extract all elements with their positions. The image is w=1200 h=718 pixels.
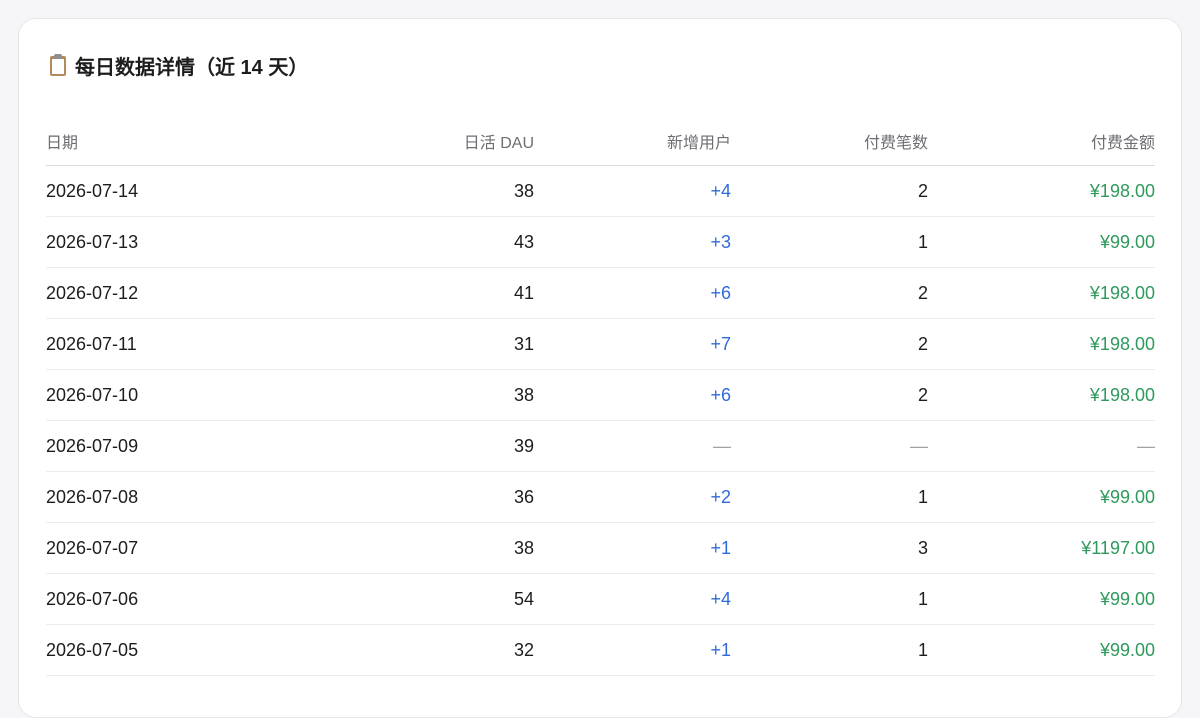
header-dau: 日活 DAU	[366, 117, 534, 166]
cell-date: 2026-07-07	[46, 522, 366, 574]
table-row: 2026-07-13 43 +3 1 ¥99.00	[46, 216, 1155, 268]
cell-pay-count: 1	[731, 573, 928, 625]
cell-new-users: +6	[534, 369, 731, 421]
cell-pay-count: 2	[731, 165, 928, 217]
cell-dau: 54	[366, 573, 534, 625]
cell-new-users: +2	[534, 471, 731, 523]
cell-date: 2026-07-14	[46, 165, 366, 217]
cell-pay-amount: ¥99.00	[928, 216, 1155, 268]
cell-dau: 39	[366, 420, 534, 472]
cell-pay-count: 2	[731, 318, 928, 370]
cell-new-users: +4	[534, 573, 731, 625]
cell-new-users: +1	[534, 624, 731, 676]
table-row: 2026-07-06 54 +4 1 ¥99.00	[46, 573, 1155, 625]
table-body: 2026-07-14 38 +4 2 ¥198.00 2026-07-13 43 +3 1 ¥99…	[46, 165, 1155, 676]
cell-dau: 32	[366, 624, 534, 676]
cell-dau: 41	[366, 267, 534, 319]
cell-pay-count: 1	[731, 624, 928, 676]
cell-pay-amount: ¥198.00	[928, 369, 1155, 421]
cell-pay-amount: ¥99.00	[928, 471, 1155, 523]
table-row: 2026-07-10 38 +6 2 ¥198.00	[46, 369, 1155, 421]
clipboard-icon	[47, 53, 69, 77]
cell-pay-amount: ¥198.00	[928, 318, 1155, 370]
cell-date: 2026-07-13	[46, 216, 366, 268]
cell-date: 2026-07-09	[46, 420, 366, 472]
daily-data-card: 每日数据详情（近 14 天） 日期 日活 DAU 新增用户 付费笔数 付费金额 …	[18, 18, 1182, 718]
cell-new-users: —	[534, 420, 731, 472]
header-new-users: 新增用户	[534, 117, 731, 166]
cell-dau: 36	[366, 471, 534, 523]
cell-date: 2026-07-08	[46, 471, 366, 523]
card-title: 每日数据详情（近 14 天）	[47, 49, 308, 81]
cell-pay-count: 2	[731, 369, 928, 421]
cell-pay-count: —	[731, 420, 928, 472]
cell-date: 2026-07-10	[46, 369, 366, 421]
table-row: 2026-07-07 38 +1 3 ¥1197.00	[46, 522, 1155, 574]
cell-dau: 38	[366, 522, 534, 574]
cell-new-users: +3	[534, 216, 731, 268]
cell-new-users: +1	[534, 522, 731, 574]
cell-dau: 38	[366, 165, 534, 217]
cell-date: 2026-07-12	[46, 267, 366, 319]
cell-date: 2026-07-05	[46, 624, 366, 676]
cell-pay-count: 3	[731, 522, 928, 574]
cell-dau: 38	[366, 369, 534, 421]
cell-pay-count: 1	[731, 216, 928, 268]
table-row: 2026-07-05 32 +1 1 ¥99.00	[46, 624, 1155, 676]
cell-dau: 43	[366, 216, 534, 268]
cell-pay-amount: ¥1197.00	[928, 522, 1155, 574]
card-title-text: 每日数据详情（近 14 天）	[75, 56, 309, 79]
cell-pay-amount: ¥198.00	[928, 165, 1155, 217]
header-pay-amount: 付费金额	[928, 117, 1155, 166]
cell-new-users: +6	[534, 267, 731, 319]
cell-pay-count: 2	[731, 267, 928, 319]
cell-dau: 31	[366, 318, 534, 370]
daily-data-table: 日期 日活 DAU 新增用户 付费笔数 付费金额 2026-07-14 38 +4 2…	[46, 117, 1155, 676]
cell-date: 2026-07-06	[46, 573, 366, 625]
cell-new-users: +4	[534, 165, 731, 217]
cell-pay-amount: ¥198.00	[928, 267, 1155, 319]
cell-new-users: +7	[534, 318, 731, 370]
cell-pay-count: 1	[731, 471, 928, 523]
table-header-row: 日期 日活 DAU 新增用户 付费笔数 付费金额	[46, 117, 1155, 166]
cell-pay-amount: —	[928, 420, 1155, 472]
table-row: 2026-07-11 31 +7 2 ¥198.00	[46, 318, 1155, 370]
cell-pay-amount: ¥99.00	[928, 573, 1155, 625]
cell-pay-amount: ¥99.00	[928, 624, 1155, 676]
header-date: 日期	[46, 117, 366, 166]
header-pay-count: 付费笔数	[731, 117, 928, 166]
cell-date: 2026-07-11	[46, 318, 366, 370]
table-row: 2026-07-12 41 +6 2 ¥198.00	[46, 267, 1155, 319]
table-row: 2026-07-14 38 +4 2 ¥198.00	[46, 165, 1155, 217]
table-row: 2026-07-09 39— — —	[46, 420, 1155, 472]
table-row: 2026-07-08 36 +2 1 ¥99.00	[46, 471, 1155, 523]
